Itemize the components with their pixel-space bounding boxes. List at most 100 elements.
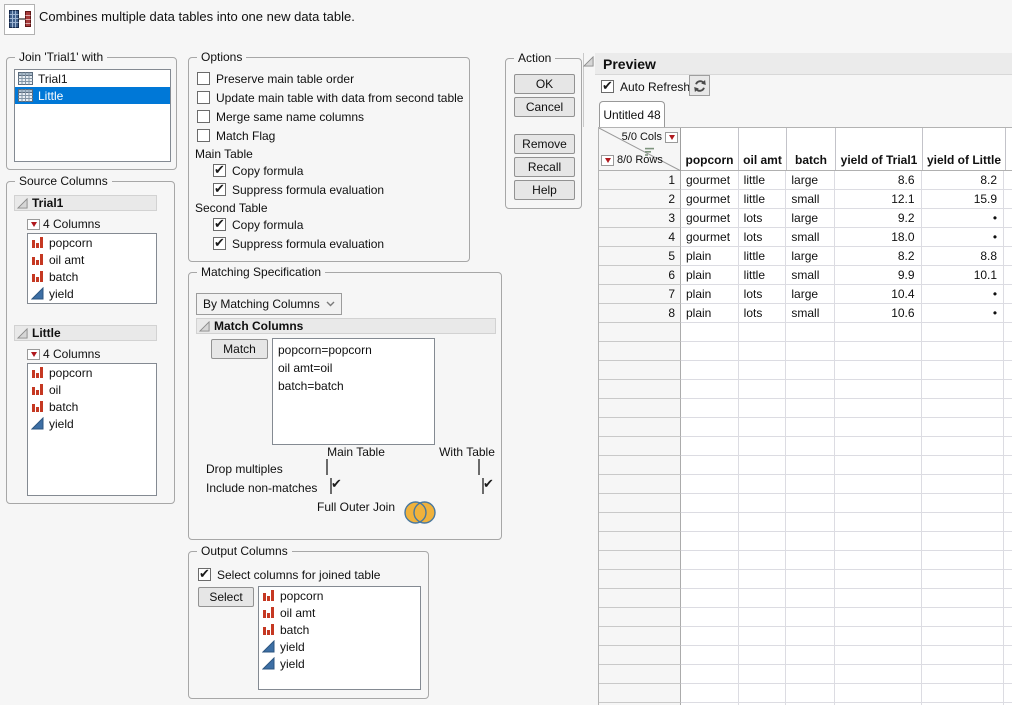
cell[interactable] (835, 475, 921, 494)
cell[interactable] (739, 684, 787, 703)
cell[interactable] (739, 361, 787, 380)
cell[interactable] (681, 532, 739, 551)
cell[interactable]: gourmet (681, 228, 739, 247)
main-suppress-formula-checkbox[interactable] (213, 183, 226, 196)
cell[interactable]: small (786, 190, 835, 209)
cell[interactable] (739, 513, 787, 532)
join-table-item-little[interactable]: Little (15, 87, 170, 104)
cell[interactable] (835, 456, 921, 475)
cell[interactable] (739, 646, 787, 665)
cell[interactable] (922, 684, 1005, 703)
cell[interactable] (739, 494, 787, 513)
cell[interactable] (835, 494, 921, 513)
main-copy-formula-checkbox[interactable] (213, 164, 226, 177)
column-item[interactable]: batch (28, 268, 156, 285)
preview-col-header[interactable]: batch (787, 128, 836, 170)
cell[interactable] (835, 627, 921, 646)
cell[interactable] (922, 551, 1005, 570)
cell[interactable]: • (922, 209, 1005, 228)
cell[interactable] (786, 684, 835, 703)
row-number[interactable] (599, 627, 681, 646)
cell[interactable] (786, 418, 835, 437)
cell[interactable] (922, 399, 1005, 418)
cell[interactable] (739, 323, 787, 342)
match-flag-checkbox[interactable] (197, 129, 210, 142)
cell[interactable]: large (786, 171, 835, 190)
select-columns-checkbox[interactable] (198, 568, 211, 581)
cell[interactable] (786, 589, 835, 608)
cell[interactable] (786, 494, 835, 513)
cell[interactable] (739, 570, 787, 589)
cell[interactable] (922, 627, 1005, 646)
cell[interactable]: 10.1 (922, 266, 1005, 285)
cell[interactable] (922, 665, 1005, 684)
cell[interactable] (681, 494, 739, 513)
match-pair-item[interactable]: popcorn=popcorn (273, 341, 434, 359)
cell[interactable] (786, 551, 835, 570)
second-suppress-formula-checkbox[interactable] (213, 237, 226, 250)
cell[interactable] (922, 342, 1005, 361)
cell[interactable]: plain (681, 304, 739, 323)
cell[interactable] (786, 323, 835, 342)
row-number[interactable] (599, 532, 681, 551)
cell[interactable] (739, 342, 787, 361)
cell[interactable] (786, 361, 835, 380)
row-number[interactable] (599, 513, 681, 532)
cell[interactable] (786, 608, 835, 627)
cell[interactable]: plain (681, 266, 739, 285)
row-number[interactable] (599, 475, 681, 494)
row-number[interactable] (599, 646, 681, 665)
cell[interactable]: • (922, 304, 1005, 323)
cell[interactable]: 9.9 (835, 266, 921, 285)
cell[interactable] (835, 589, 921, 608)
column-item[interactable]: oil amt (28, 251, 156, 268)
cell[interactable] (786, 475, 835, 494)
match-pair-item[interactable]: batch=batch (273, 377, 434, 395)
column-item[interactable]: yield (28, 415, 156, 432)
cell[interactable] (922, 570, 1005, 589)
remove-button[interactable]: Remove (514, 134, 575, 154)
cell[interactable] (786, 456, 835, 475)
row-number[interactable]: 4 (599, 228, 681, 247)
row-number[interactable] (599, 418, 681, 437)
row-number[interactable] (599, 399, 681, 418)
cell[interactable] (681, 627, 739, 646)
match-columns-header[interactable]: Match Columns (196, 318, 496, 334)
preview-col-header[interactable]: yield of Trial1 (836, 128, 923, 170)
row-number[interactable]: 8 (599, 304, 681, 323)
cell[interactable] (739, 608, 787, 627)
disclosure-icon[interactable] (17, 328, 28, 339)
cell[interactable] (835, 323, 921, 342)
cell[interactable] (835, 532, 921, 551)
column-item[interactable]: yield (259, 655, 420, 672)
red-triangle-menu-icon[interactable] (665, 132, 678, 143)
cell[interactable]: • (922, 228, 1005, 247)
cell[interactable] (739, 532, 787, 551)
row-number[interactable] (599, 570, 681, 589)
cell[interactable]: gourmet (681, 171, 739, 190)
cell[interactable] (922, 456, 1005, 475)
cell[interactable] (739, 456, 787, 475)
disclosure-icon[interactable] (17, 198, 28, 209)
cell[interactable] (786, 437, 835, 456)
cell[interactable] (739, 551, 787, 570)
cell[interactable] (786, 570, 835, 589)
cell[interactable]: little (739, 266, 787, 285)
ok-button[interactable]: OK (514, 74, 575, 94)
cell[interactable]: 8.6 (835, 171, 921, 190)
preview-col-header[interactable]: yield of Little (923, 128, 1006, 170)
cell[interactable] (681, 361, 739, 380)
cell[interactable] (681, 589, 739, 608)
preview-header[interactable]: Preview (595, 53, 1012, 75)
cell[interactable]: 8.2 (835, 247, 921, 266)
column-item[interactable]: oil amt (259, 604, 420, 621)
cell[interactable] (786, 665, 835, 684)
cell[interactable]: large (786, 285, 835, 304)
cell[interactable]: lots (739, 304, 787, 323)
cell[interactable] (739, 399, 787, 418)
rows-menu[interactable]: 8/0 Rows (601, 154, 663, 166)
row-number[interactable]: 2 (599, 190, 681, 209)
row-number[interactable] (599, 665, 681, 684)
column-item[interactable]: popcorn (28, 234, 156, 251)
tab-untitled-48[interactable]: Untitled 48 (599, 101, 665, 127)
